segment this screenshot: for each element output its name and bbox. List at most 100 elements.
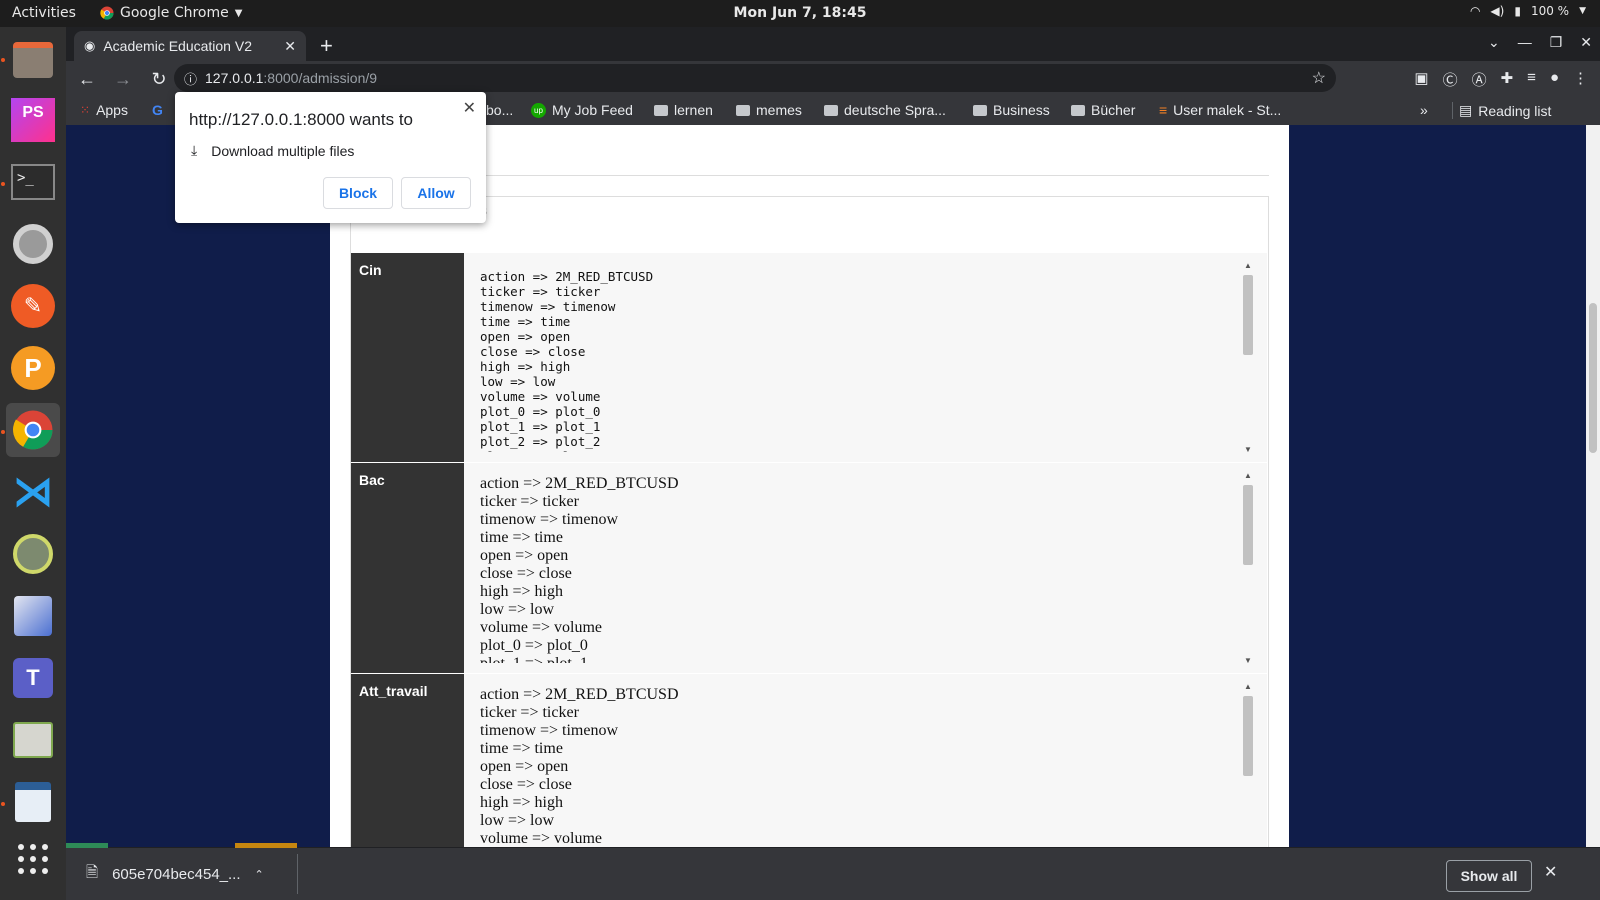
field-value-box[interactable]: action => 2M_RED_BTCUSD ticker => ticker…	[464, 674, 1267, 847]
download-item[interactable]: 🗎 605e704bec454_... ⌃	[86, 862, 264, 887]
apps-grid-icon: ⁙	[80, 103, 91, 117]
forward-icon[interactable]: →	[108, 69, 138, 90]
bookmark-folder[interactable]: memes	[736, 102, 802, 118]
bookmarks-overflow-button[interactable]: »	[1420, 102, 1428, 118]
field-label: Bac	[351, 463, 464, 673]
close-window-icon[interactable]: ✕	[1580, 34, 1592, 51]
clock[interactable]: Mon Jun 7, 18:45	[0, 5, 1600, 21]
bookmark-folder[interactable]: Business	[973, 102, 1050, 118]
bookmark-item[interactable]: bo...	[486, 102, 513, 118]
tab-strip: ◉ Academic Education V2 ✕ + ⌄ — ❐ ✕	[66, 27, 1600, 61]
globe-icon: ◉	[84, 38, 96, 53]
running-indicator	[1, 802, 5, 806]
inner-scrollbar[interactable]: ▲	[1242, 682, 1254, 847]
pixel-icon[interactable]: P	[6, 341, 60, 395]
vscode-icon[interactable]: ⋊	[6, 465, 60, 519]
running-indicator	[1, 182, 5, 186]
bookmark-label: Bücher	[1091, 102, 1136, 118]
close-shelf-icon[interactable]: ✕	[1544, 862, 1557, 882]
bookmark-label: Apps	[96, 102, 128, 118]
volume-icon: ◀)	[1490, 4, 1505, 18]
allow-button[interactable]: Allow	[401, 177, 471, 209]
menu-dots-icon[interactable]: ⋮	[1573, 69, 1588, 90]
tab-search-icon[interactable]: ⌄	[1488, 34, 1500, 51]
bookmark-label: My Job Feed	[552, 102, 633, 118]
system-top-bar: Activities Google Chrome ▼ Mon Jun 7, 18…	[0, 0, 1600, 27]
mail-search-icon[interactable]	[6, 527, 60, 581]
reading-list-button[interactable]: ▤ Reading list	[1452, 102, 1551, 119]
file-icon: 🗎	[86, 864, 99, 881]
phpstorm-icon[interactable]: PS	[6, 93, 60, 147]
field-value-box[interactable]: action => 2M_RED_BTCUSD ticker => ticker…	[464, 463, 1267, 673]
virtualbox-icon[interactable]	[6, 589, 60, 643]
minimize-icon[interactable]: —	[1518, 34, 1532, 51]
folder-icon	[824, 104, 838, 116]
block-button[interactable]: Block	[323, 177, 393, 209]
settings-icon[interactable]	[6, 217, 60, 271]
address-bar[interactable]: ⓘ 127.0.0.1:8000/admission/9 ☆	[174, 64, 1336, 92]
bookmark-apps[interactable]: ⁙ Apps	[80, 102, 128, 118]
field-value-box[interactable]: action => 2M_RED_BTCUSD ticker => ticker…	[464, 253, 1267, 462]
teams-icon[interactable]: T	[6, 651, 60, 705]
bookmark-label: User malek - St...	[1173, 102, 1282, 118]
back-icon[interactable]: ←	[72, 69, 102, 90]
media-control-icon[interactable]: ≡	[1527, 69, 1536, 90]
overflow-label: »	[1420, 102, 1428, 118]
scroll-down-icon[interactable]: ▼	[1242, 445, 1254, 454]
bookmark-folder[interactable]: Bücher	[1071, 102, 1135, 118]
writer-icon[interactable]	[6, 775, 60, 829]
image-viewer-icon[interactable]	[6, 713, 60, 767]
scroll-up-icon[interactable]: ▲	[1242, 471, 1254, 480]
folder-icon	[973, 104, 987, 116]
browser-tab[interactable]: ◉ Academic Education V2 ✕	[74, 31, 306, 61]
scroll-thumb[interactable]	[1243, 696, 1253, 776]
close-tab-icon[interactable]: ✕	[284, 38, 296, 55]
google-bookmark-icon[interactable]: G	[152, 102, 163, 118]
show-all-button[interactable]: Show all	[1446, 860, 1532, 892]
scroll-up-icon[interactable]: ▲	[1242, 261, 1254, 270]
extension-a-icon[interactable]: Ⓐ	[1472, 69, 1487, 90]
bookmark-folder[interactable]: deutsche Spra...	[824, 102, 946, 118]
bookmark-label: memes	[756, 102, 802, 118]
admission-sheet: s Cin action => 2M_RED_BTCUSD ticker => …	[330, 125, 1289, 847]
chevron-up-icon[interactable]: ⌃	[255, 868, 264, 881]
inner-scrollbar[interactable]: ▲ ▼	[1242, 261, 1254, 454]
close-icon[interactable]: ✕	[463, 98, 476, 118]
page-scrollbar[interactable]	[1586, 125, 1600, 847]
page-scroll-thumb[interactable]	[1589, 303, 1597, 453]
scroll-thumb[interactable]	[1243, 275, 1253, 355]
download-filename: 605e704bec454_...	[112, 866, 241, 883]
system-tray[interactable]: ◠ ◀) ▮ 100 % ▼	[1470, 4, 1586, 18]
profile-avatar[interactable]: ●	[1550, 69, 1559, 90]
page-viewport: s Cin action => 2M_RED_BTCUSD ticker => …	[66, 125, 1600, 847]
bookmark-folder[interactable]: lernen	[654, 102, 713, 118]
new-tab-button[interactable]: +	[320, 33, 333, 59]
postman-icon[interactable]: ✎	[6, 279, 60, 333]
scroll-up-icon[interactable]: ▲	[1242, 682, 1254, 691]
bookmark-label: lernen	[674, 102, 713, 118]
permission-request: ⤓ Download multiple files	[191, 142, 354, 159]
url-path: :8000/admission/9	[263, 70, 378, 86]
download-permission-popup: http://127.0.0.1:8000 wants to ✕ ⤓ Downl…	[175, 92, 486, 223]
extensions-puzzle-icon[interactable]: ✚	[1501, 69, 1514, 90]
bookmark-star-icon[interactable]: ☆	[1312, 68, 1326, 88]
restore-icon[interactable]: ❐	[1550, 34, 1563, 51]
folder-icon	[1071, 104, 1085, 116]
scroll-thumb[interactable]	[1243, 485, 1253, 565]
app-grid-icon[interactable]	[6, 832, 60, 886]
bookmark-item[interactable]: ≡ User malek - St...	[1159, 102, 1281, 118]
site-info-icon[interactable]: ⓘ	[184, 69, 197, 88]
download-icon: ⤓	[191, 142, 198, 158]
scroll-down-icon[interactable]: ▼	[1242, 656, 1254, 665]
files-icon[interactable]	[6, 33, 60, 87]
bookmark-item[interactable]: up My Job Feed	[531, 102, 633, 118]
bookmark-label: Business	[993, 102, 1050, 118]
battery-percent: 100 %	[1530, 4, 1570, 18]
inner-scrollbar[interactable]: ▲ ▼	[1242, 471, 1254, 665]
tab-title: Academic Education V2	[103, 38, 252, 54]
reload-icon[interactable]: ↻	[144, 69, 174, 90]
translate-icon[interactable]: ▣	[1414, 69, 1428, 90]
extension-c-icon[interactable]: Ⓒ	[1443, 69, 1458, 90]
chrome-icon[interactable]	[6, 403, 60, 457]
terminal-icon[interactable]: >_	[6, 155, 60, 209]
